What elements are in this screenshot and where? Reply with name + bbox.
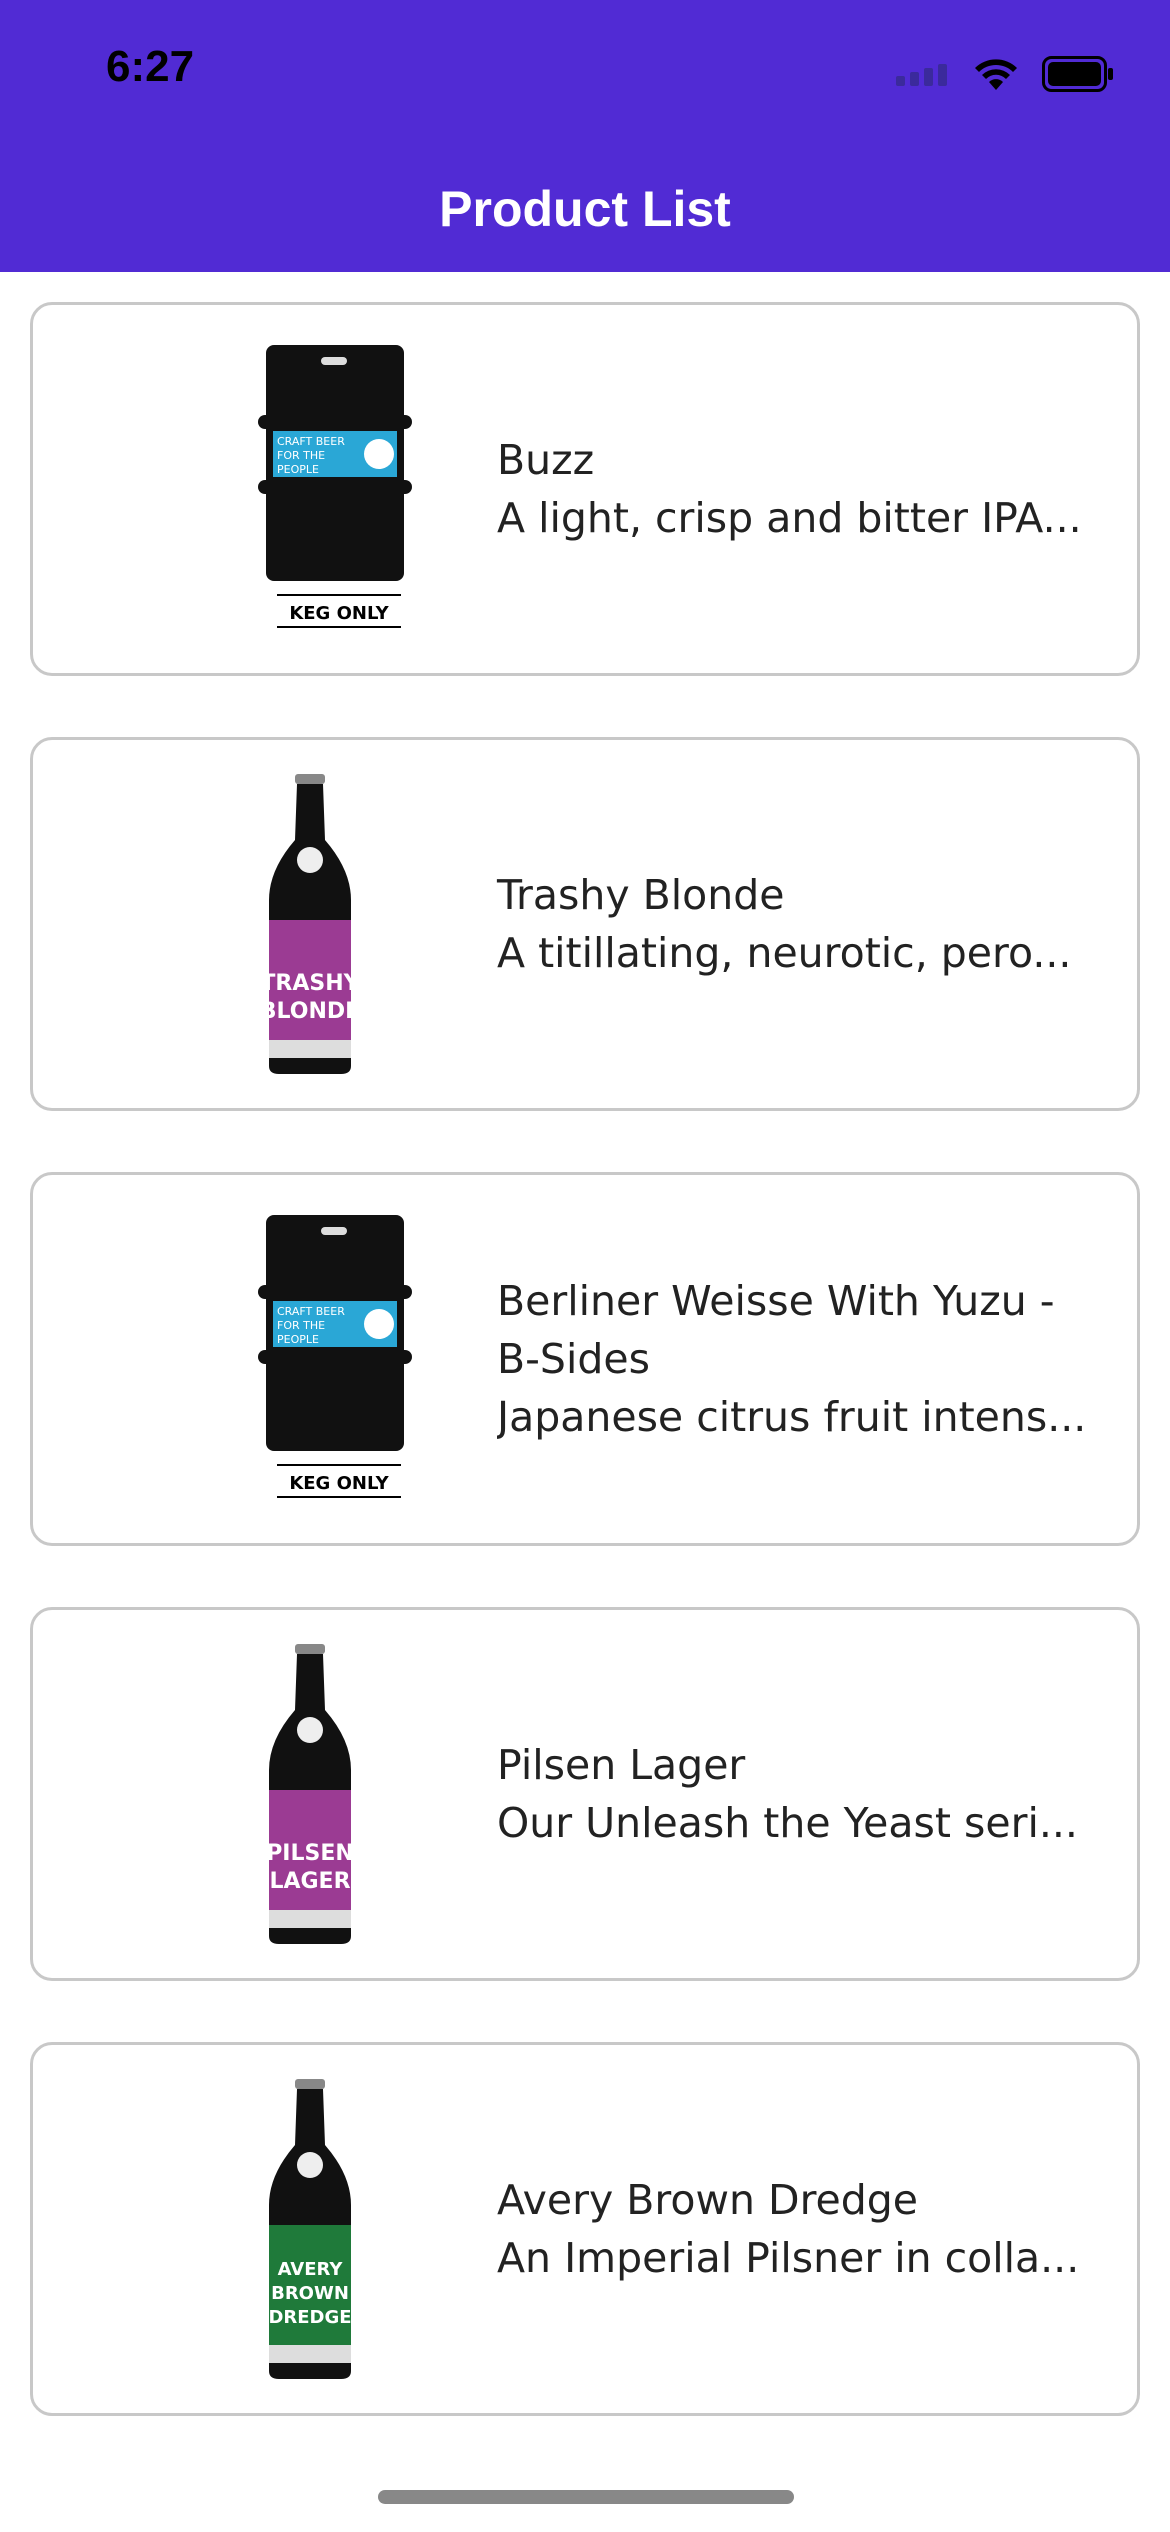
product-description: A light, crisp and bitter IPA... (497, 494, 1082, 542)
product-image-keg: CRAFT BEER FOR THE PEOPLE KEG ONLY (203, 335, 417, 645)
svg-text:FOR THE: FOR THE (277, 1319, 325, 1332)
product-card[interactable]: CRAFT BEER FOR THE PEOPLE KEG ONLY Buzz … (30, 302, 1140, 676)
product-name: Pilsen Lager (497, 1741, 746, 1789)
product-description: Our Unleash the Yeast seri... (497, 1799, 1078, 1847)
product-image-bottle: AVERY BROWN DREDGE (203, 2075, 417, 2385)
product-image-bottle: TRASHY BLONDE (203, 770, 417, 1080)
svg-text:KEG ONLY: KEG ONLY (289, 603, 389, 624)
svg-text:BROWN: BROWN (271, 2283, 349, 2304)
battery-icon (1042, 56, 1113, 92)
status-icons (896, 52, 1114, 96)
svg-text:PILSEN: PILSEN (266, 1841, 354, 1866)
product-name: Buzz (497, 436, 595, 484)
product-card[interactable]: AVERY BROWN DREDGE Avery Brown Dredge An… (30, 2042, 1140, 2416)
status-time: 6:27 (106, 42, 195, 91)
svg-text:BLONDE: BLONDE (260, 999, 360, 1024)
product-name: Berliner Weisse With Yuzu - B-Sides (497, 1277, 1055, 1383)
page-title: Product List (439, 181, 731, 237)
product-image-bottle: PILSEN LAGER (203, 1640, 417, 1950)
product-name: Trashy Blonde (497, 871, 785, 919)
product-card[interactable]: CRAFT BEER FOR THE PEOPLE KEG ONLY Berli… (30, 1172, 1140, 1546)
svg-text:CRAFT BEER: CRAFT BEER (277, 1305, 345, 1318)
cellular-signal-icon (896, 64, 947, 86)
product-description: A titillating, neurotic, pero... (497, 929, 1072, 977)
product-card[interactable]: PILSEN LAGER Pilsen Lager Our Unleash th… (30, 1607, 1140, 1981)
home-indicator[interactable] (378, 2490, 794, 2504)
wifi-icon (975, 59, 1017, 90)
svg-text:AVERY: AVERY (278, 2259, 344, 2280)
product-description: An Imperial Pilsner in colla... (497, 2234, 1080, 2282)
product-list: CRAFT BEER FOR THE PEOPLE KEG ONLY Buzz … (30, 302, 1140, 2477)
svg-text:PEOPLE: PEOPLE (277, 463, 319, 476)
svg-text:TRASHY: TRASHY (260, 971, 360, 996)
svg-text:KEG ONLY: KEG ONLY (289, 1473, 389, 1494)
svg-text:CRAFT BEER: CRAFT BEER (277, 435, 345, 448)
product-image-keg: CRAFT BEER FOR THE PEOPLE KEG ONLY (203, 1205, 417, 1515)
svg-text:PEOPLE: PEOPLE (277, 1333, 319, 1346)
svg-text:LAGER: LAGER (269, 1869, 350, 1894)
svg-text:DREDGE: DREDGE (268, 2307, 351, 2328)
app-header: 6:27 Product List (0, 0, 1170, 272)
product-name: Avery Brown Dredge (497, 2176, 919, 2224)
product-card[interactable]: TRASHY BLONDE Trashy Blonde A titillatin… (30, 737, 1140, 1111)
product-description: Japanese citrus fruit intens... (497, 1393, 1087, 1441)
svg-text:FOR THE: FOR THE (277, 449, 325, 462)
